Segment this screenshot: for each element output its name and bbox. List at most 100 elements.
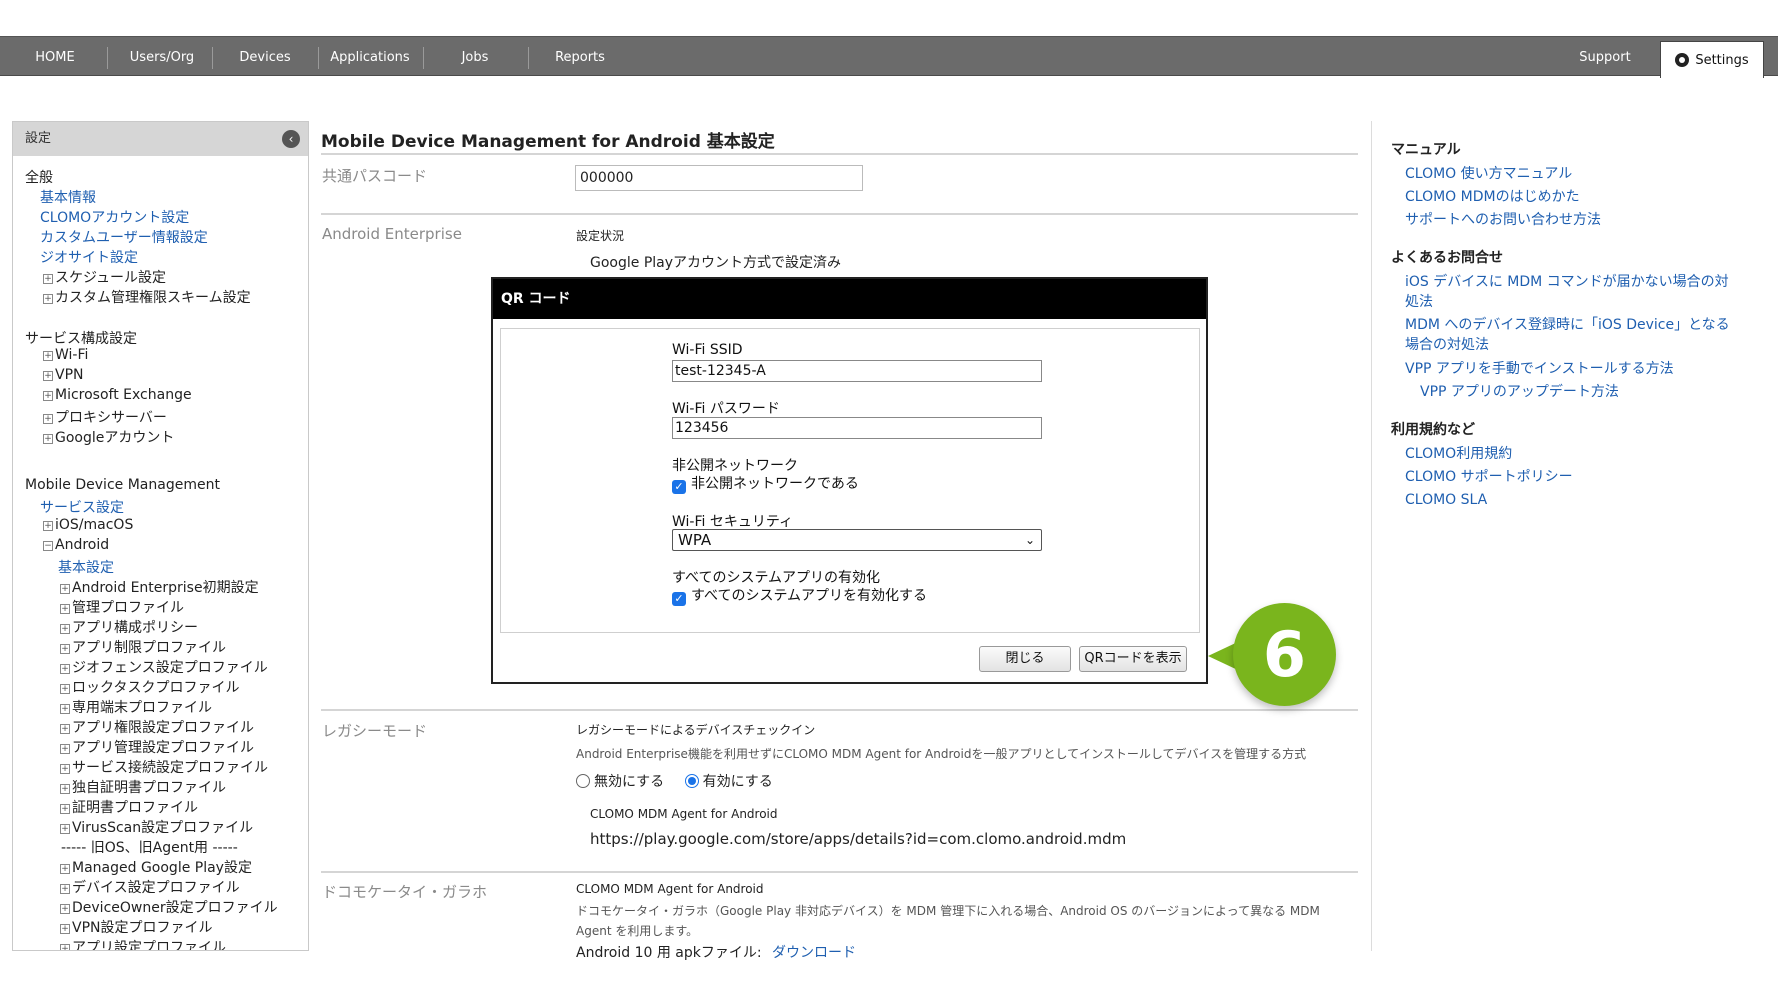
- nav-separator: [107, 47, 108, 69]
- sidebar-item[interactable]: + スケジュール設定: [43, 267, 166, 287]
- sidebar-item-label: DeviceOwner設定プロファイル: [72, 900, 278, 916]
- manual-heading: マニュアル: [1391, 142, 1461, 158]
- page-title: Mobile Device Management for Android 基本設…: [321, 132, 775, 152]
- nav-jobs[interactable]: Jobs: [427, 37, 523, 77]
- divider: [321, 213, 1358, 215]
- sidebar-item-label: カスタム管理権限スキーム設定: [55, 290, 251, 306]
- docomo-description-line2: Agent を利用します。: [576, 924, 699, 938]
- system-apps-label: すべてのシステムアプリの有効化: [672, 570, 881, 586]
- sidebar-item[interactable]: + Microsoft Exchange: [43, 387, 192, 403]
- sidebar-item[interactable]: カスタムユーザー情報設定: [40, 227, 208, 247]
- manual-link-support-contact[interactable]: サポートへのお問い合わせ方法: [1405, 210, 1601, 230]
- show-qr-button[interactable]: QRコードを表示: [1079, 646, 1187, 672]
- nav-home[interactable]: HOME: [20, 37, 90, 77]
- terms-link-clomo[interactable]: CLOMO利用規約: [1405, 444, 1512, 464]
- nav-settings-tab[interactable]: Settings: [1660, 41, 1764, 78]
- sidebar-item[interactable]: + アプリ権限設定プロファイル: [60, 717, 254, 737]
- sidebar-item[interactable]: + アプリ制限プロファイル: [60, 637, 226, 657]
- nav-support[interactable]: Support: [1560, 37, 1650, 77]
- sidebar-item[interactable]: + 証明書プロファイル: [60, 797, 198, 817]
- hidden-network-checkbox[interactable]: ✓ 非公開ネットワークである: [672, 473, 859, 494]
- legacy-description: Android Enterprise機能を利用せずにCLOMO MDM Agen…: [576, 747, 1307, 761]
- system-apps-check-label: すべてのシステムアプリを有効化する: [691, 588, 928, 604]
- sidebar-item[interactable]: + 独自証明書プロファイル: [60, 777, 226, 797]
- expand-icon: +: [60, 884, 70, 894]
- sidebar-item[interactable]: + Android Enterprise初期設定: [60, 577, 259, 597]
- sidebar-item[interactable]: + カスタム管理権限スキーム設定: [43, 287, 251, 307]
- sidebar-item[interactable]: サービス設定: [40, 497, 124, 517]
- gear-icon: [1675, 53, 1690, 67]
- terms-link-sla[interactable]: CLOMO SLA: [1405, 490, 1487, 510]
- expand-icon: +: [43, 521, 53, 531]
- sidebar-item[interactable]: + サービス接続設定プロファイル: [60, 757, 268, 777]
- sidebar-item[interactable]: + Managed Google Play設定: [60, 857, 252, 877]
- bottom-margin: [0, 962, 1778, 1000]
- divider: [321, 153, 1358, 155]
- radio-off-icon: [576, 774, 590, 788]
- sidebar-item-label: サービス設定: [40, 500, 124, 516]
- sidebar-item[interactable]: ジオサイト設定: [40, 247, 138, 267]
- legacy-enable-radio[interactable]: 有効にする: [684, 774, 773, 790]
- system-apps-checkbox[interactable]: ✓ すべてのシステムアプリを有効化する: [672, 585, 927, 606]
- sidebar-item-label: iOS/macOS: [55, 517, 134, 533]
- sidebar-item[interactable]: + デバイス設定プロファイル: [60, 877, 240, 897]
- faq-link-ios-device[interactable]: MDM へのデバイス登録時に「iOS Device」となる 場合の対処法: [1405, 315, 1730, 355]
- sidebar-item[interactable]: + ジオフェンス設定プロファイル: [60, 657, 268, 677]
- agent-url: https://play.google.com/store/apps/detai…: [590, 830, 1127, 848]
- sidebar-item[interactable]: + 管理プロファイル: [60, 597, 184, 617]
- sidebar-header: 設定 ‹: [13, 122, 308, 156]
- sidebar-item-label: アプリ権限設定プロファイル: [72, 720, 254, 736]
- faq-link-vpp-install[interactable]: VPP アプリを手動でインストールする方法: [1405, 359, 1674, 379]
- sidebar-item-label: スケジュール設定: [55, 270, 167, 286]
- sidebar-item[interactable]: CLOMOアカウント設定: [40, 207, 189, 227]
- docomo-title: CLOMO MDM Agent for Android: [576, 882, 764, 896]
- manual-link-getting-started[interactable]: CLOMO MDMのはじめかた: [1405, 187, 1580, 207]
- sidebar-item[interactable]: + Wi-Fi: [43, 347, 88, 363]
- sidebar-item-label: カスタムユーザー情報設定: [40, 230, 208, 246]
- sidebar-item[interactable]: + 専用端末プロファイル: [60, 697, 212, 717]
- divider: [321, 709, 1358, 711]
- expand-icon: +: [60, 784, 70, 794]
- sidebar-item-label: Mobile Device Management: [25, 477, 220, 493]
- wifi-security-select[interactable]: WPA ⌄: [672, 529, 1042, 551]
- sidebar-item[interactable]: + VirusScan設定プロファイル: [60, 817, 253, 837]
- sidebar-item[interactable]: + ロックタスクプロファイル: [60, 677, 239, 697]
- sidebar-item[interactable]: + DeviceOwner設定プロファイル: [60, 897, 278, 917]
- sidebar-item[interactable]: + Googleアカウント: [43, 427, 174, 447]
- sidebar-item[interactable]: + iOS/macOS: [43, 517, 133, 533]
- passcode-input[interactable]: 000000: [575, 165, 863, 191]
- nav-devices[interactable]: Devices: [217, 37, 313, 77]
- chevron-left-icon[interactable]: ‹: [282, 130, 300, 148]
- sidebar-item[interactable]: + プロキシサーバー: [43, 407, 167, 427]
- nav-users-org[interactable]: Users/Org: [112, 37, 212, 77]
- settings-label: Settings: [1695, 52, 1749, 68]
- manual-link-usage[interactable]: CLOMO 使い方マニュアル: [1405, 164, 1572, 184]
- faq-link-mdm-command[interactable]: iOS デバイスに MDM コマンドが届かない場合の対 処法: [1405, 272, 1729, 312]
- docomo-label: ドコモケータイ・ガラホ: [322, 883, 488, 901]
- legacy-disable-radio[interactable]: 無効にする: [576, 774, 664, 790]
- nav-applications[interactable]: Applications: [322, 37, 418, 77]
- sidebar-item[interactable]: + VPN設定プロファイル: [60, 917, 213, 937]
- sidebar-item[interactable]: + アプリ構成ポリシー: [60, 617, 198, 637]
- right-column-divider: [1371, 121, 1372, 951]
- wifi-password-input[interactable]: 123456: [672, 417, 1042, 439]
- sidebar-item-label: サービス接続設定プロファイル: [72, 760, 268, 776]
- settings-sidebar: 設定 ‹ 全般 基本情報 CLOMOアカウント設定 カスタムユーザー情報設定 ジオサイト…: [12, 121, 309, 951]
- legacy-radio-group: 無効にする 有効にする: [576, 771, 773, 791]
- docomo-download-link[interactable]: ダウンロード: [772, 945, 856, 961]
- sidebar-item[interactable]: + アプリ設定プロファイル: [60, 937, 226, 950]
- sidebar-item-label: Wi-Fi: [55, 347, 89, 363]
- sidebar-item[interactable]: 基本設定: [58, 557, 114, 577]
- sidebar-item-label: 専用端末プロファイル: [72, 700, 212, 716]
- close-button[interactable]: 閉じる: [979, 646, 1071, 672]
- terms-link-support-policy[interactable]: CLOMO サポートポリシー: [1405, 467, 1573, 487]
- sidebar-item[interactable]: − Android: [43, 537, 109, 553]
- expand-icon: +: [60, 584, 70, 594]
- faq-link-vpp-update[interactable]: VPP アプリのアップデート方法: [1420, 382, 1619, 402]
- expand-icon: +: [60, 684, 70, 694]
- sidebar-item[interactable]: + アプリ管理設定プロファイル: [60, 737, 254, 757]
- wifi-ssid-input[interactable]: test-12345-A: [672, 360, 1042, 382]
- sidebar-item[interactable]: + VPN: [43, 367, 84, 383]
- sidebar-item[interactable]: 基本情報: [40, 187, 96, 207]
- nav-reports[interactable]: Reports: [532, 37, 628, 77]
